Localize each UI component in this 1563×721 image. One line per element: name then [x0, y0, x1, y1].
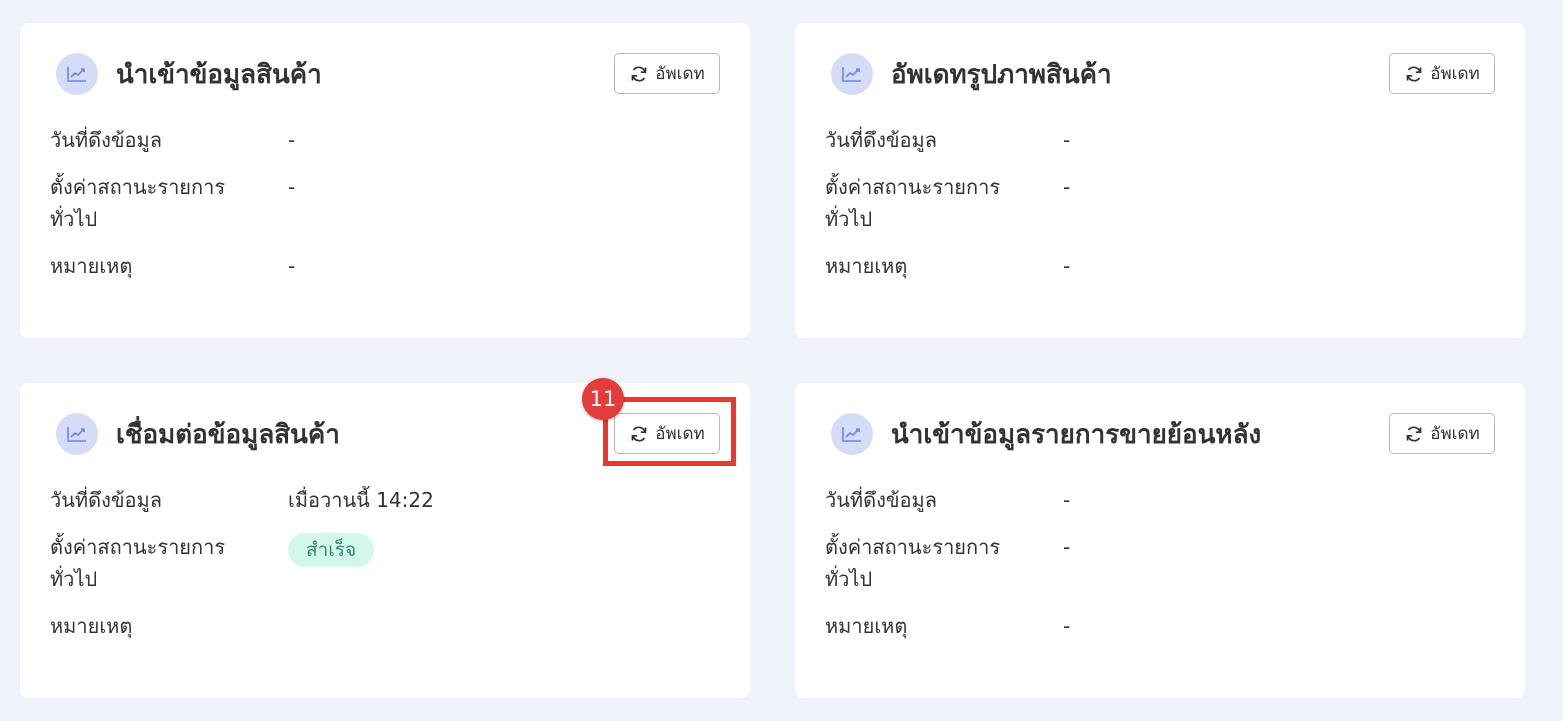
card-header: เชื่อมต่อข้อมูลสินค้า [56, 413, 340, 455]
info-row-status: ตั้งค่าสถานะรายการทั่วไป - [50, 171, 295, 235]
info-row-date: วันที่ดึงข้อมูล - [50, 124, 295, 156]
info-row-note: หมายเหตุ - [825, 250, 1070, 282]
info-row-date: วันที่ดึงข้อมูล - [825, 484, 1070, 516]
date-label: วันที่ดึงข้อมูล [50, 128, 162, 152]
info-row-status: ตั้งค่าสถานะรายการทั่วไป - [825, 171, 1070, 235]
status-badge: สำเร็จ [288, 533, 375, 567]
card-connect-product-data: เชื่อมต่อข้อมูลสินค้า อัพเดท วันที่ดึงข้… [20, 383, 750, 698]
status-value: - [288, 175, 296, 199]
refresh-icon [1404, 64, 1424, 84]
chart-line-icon [831, 413, 873, 455]
update-button[interactable]: อัพเดท [1389, 413, 1495, 454]
status-value-container: สำเร็จ [288, 531, 375, 567]
card-import-sales-history: นำเข้าข้อมูลรายการขายย้อนหลัง อัพเดท วัน… [795, 383, 1525, 698]
card-title: อัพเดทรูปภาพสินค้า [891, 59, 1112, 90]
status-value: - [1063, 175, 1071, 199]
date-value: - [1063, 128, 1071, 152]
card-header: นำเข้าข้อมูลสินค้า [56, 53, 322, 95]
date-value: เมื่อวานนี้ 14:22 [288, 488, 434, 512]
chart-line-icon [56, 413, 98, 455]
card-header: อัพเดทรูปภาพสินค้า [831, 53, 1112, 95]
date-value: - [1063, 488, 1071, 512]
status-label: ตั้งค่าสถานะรายการทั่วไป [50, 175, 226, 231]
refresh-icon [629, 64, 649, 84]
refresh-icon [629, 424, 649, 444]
update-button-label: อัพเดท [655, 424, 705, 444]
chart-line-icon [56, 53, 98, 95]
note-label: หมายเหตุ [825, 254, 908, 278]
card-header: นำเข้าข้อมูลรายการขายย้อนหลัง [831, 413, 1261, 455]
card-title: นำเข้าข้อมูลสินค้า [116, 59, 322, 90]
status-label: ตั้งค่าสถานะรายการทั่วไป [50, 535, 226, 591]
note-label: หมายเหตุ [50, 614, 133, 638]
card-update-product-images: อัพเดทรูปภาพสินค้า อัพเดท วันที่ดึงข้อมู… [795, 23, 1525, 338]
date-label: วันที่ดึงข้อมูล [50, 488, 162, 512]
status-label: ตั้งค่าสถานะรายการทั่วไป [825, 535, 1001, 591]
step-marker: 11 [582, 378, 624, 420]
info-row-note: หมายเหตุ - [825, 610, 1070, 642]
update-button-label: อัพเดท [1430, 424, 1480, 444]
note-label: หมายเหตุ [825, 614, 908, 638]
card-import-products: นำเข้าข้อมูลสินค้า อัพเดท วันที่ดึงข้อมู… [20, 23, 750, 338]
update-button[interactable]: อัพเดท [1389, 53, 1495, 94]
note-label: หมายเหตุ [50, 254, 133, 278]
card-title: เชื่อมต่อข้อมูลสินค้า [116, 419, 340, 450]
date-value: - [288, 128, 296, 152]
status-value: - [1063, 535, 1071, 559]
note-value: - [288, 254, 296, 278]
info-row-date: วันที่ดึงข้อมูล เมื่อวานนี้ 14:22 [50, 484, 434, 516]
info-row-note: หมายเหตุ [50, 610, 250, 642]
update-button-label: อัพเดท [655, 64, 705, 84]
note-value: - [1063, 254, 1071, 278]
info-row-status: ตั้งค่าสถานะรายการทั่วไป - [825, 531, 1070, 595]
date-label: วันที่ดึงข้อมูล [825, 488, 937, 512]
info-row-note: หมายเหตุ - [50, 250, 295, 282]
chart-line-icon [831, 53, 873, 95]
date-label: วันที่ดึงข้อมูล [825, 128, 937, 152]
info-row-date: วันที่ดึงข้อมูล - [825, 124, 1070, 156]
update-button[interactable]: อัพเดท [614, 413, 720, 454]
update-button[interactable]: อัพเดท [614, 53, 720, 94]
refresh-icon [1404, 424, 1424, 444]
status-label: ตั้งค่าสถานะรายการทั่วไป [825, 175, 1001, 231]
update-button-label: อัพเดท [1430, 64, 1480, 84]
card-title: นำเข้าข้อมูลรายการขายย้อนหลัง [891, 419, 1262, 450]
info-row-status: ตั้งค่าสถานะรายการทั่วไป สำเร็จ [50, 531, 375, 595]
note-value: - [1063, 614, 1071, 638]
